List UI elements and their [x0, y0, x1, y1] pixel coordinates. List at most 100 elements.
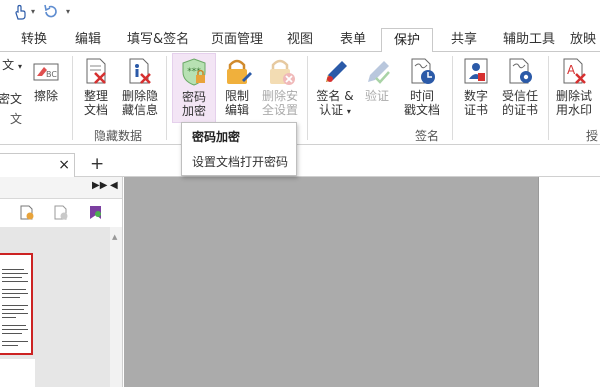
sign-certify-line2: 认证: [319, 103, 344, 117]
timestamp-document-icon: [407, 56, 437, 86]
group-divider: [166, 56, 167, 140]
organize-document-line2: 文档: [83, 103, 108, 117]
sign-certify-line1: 签名 &: [316, 89, 354, 103]
insert-page-icon[interactable]: [20, 205, 34, 220]
remove-hidden-info-button[interactable]: 删除隐 藏信息: [119, 56, 161, 117]
ribbon-left-group-cut: 文: [9, 112, 22, 126]
tab-form[interactable]: 表单: [340, 28, 366, 52]
password-encrypt-tooltip: 密码加密 设置文档打开密码: [181, 122, 297, 176]
restrict-editing-line2: 编辑: [224, 103, 249, 117]
remove-trial-watermark-line2: 用水印: [555, 103, 592, 117]
remove-hidden-info-line1: 删除隐: [121, 89, 158, 103]
new-tab-icon[interactable]: +: [90, 154, 104, 174]
tab-share[interactable]: 共享: [451, 28, 477, 52]
organize-document-button[interactable]: 整理 文档: [78, 56, 114, 117]
ribbon-protect: 文 ▾ 密文 文 BC 擦除 整理 文档 删除隐 藏信息 隐藏数据 *** 密码…: [0, 52, 600, 145]
remove-security-line2: 全设置: [261, 103, 298, 117]
organize-document-icon: [81, 56, 111, 86]
thumbnail-area: [0, 227, 110, 387]
remove-hidden-info-icon: [125, 56, 155, 86]
remove-security-line1: 删除安: [261, 89, 298, 103]
group-divider: [307, 56, 308, 140]
remove-security-button[interactable]: 删除安 全设置: [259, 56, 301, 117]
ribbon-left-text-2: 密文: [0, 92, 22, 106]
sign-pen-icon: [320, 56, 350, 86]
delete-page-icon[interactable]: [54, 205, 68, 220]
document-page[interactable]: [538, 177, 600, 387]
panel-toolbar: [0, 199, 122, 227]
tab-accessibility[interactable]: 辅助工具: [503, 28, 555, 52]
password-encrypt-button[interactable]: *** 密码 加密: [172, 53, 216, 123]
restrict-editing-line1: 限制: [224, 89, 249, 103]
remove-hidden-info-line2: 藏信息: [121, 103, 158, 117]
dropdown-arrow-icon[interactable]: ▾: [31, 7, 35, 16]
expand-panel-icon[interactable]: ▶▶: [92, 180, 107, 191]
erase-label: 擦除: [33, 89, 58, 103]
next-page-thumbnail[interactable]: [0, 359, 35, 387]
license-group-label: 授: [586, 129, 599, 143]
ribbon-left-text-1: 文: [2, 58, 15, 72]
panel-header: ▶▶ ◀: [0, 177, 122, 199]
hand-tool-icon[interactable]: [14, 4, 28, 24]
group-divider: [548, 56, 549, 140]
timestamp-document-line1: 时间: [409, 89, 434, 103]
close-tab-icon[interactable]: ×: [58, 157, 70, 173]
quick-access-toolbar: ▾ ▾: [0, 0, 600, 28]
remove-watermark-icon: A: [559, 56, 589, 86]
scroll-up-icon[interactable]: ▲: [112, 233, 117, 241]
tab-convert[interactable]: 转换: [21, 28, 47, 52]
password-encrypt-line1: 密码: [181, 90, 206, 104]
svg-text:BC: BC: [46, 70, 57, 79]
organize-document-line1: 整理: [83, 89, 108, 103]
customize-icon[interactable]: ▾: [66, 7, 70, 16]
tab-view[interactable]: 视图: [287, 28, 313, 52]
erase-icon: BC: [31, 56, 61, 86]
restrict-editing-button[interactable]: 限制 编辑: [219, 56, 255, 117]
digital-certificate-icon: [461, 56, 491, 86]
sign-group-label: 签名: [415, 129, 440, 143]
tab-page-manage[interactable]: 页面管理: [211, 28, 263, 52]
verify-label: 验证: [364, 89, 389, 103]
tab-fill-sign[interactable]: 填写&签名: [127, 28, 189, 52]
digital-certificate-line2: 证书: [463, 103, 488, 117]
trusted-certificates-line1: 受信任: [501, 89, 538, 103]
tooltip-description: 设置文档打开密码: [192, 155, 289, 169]
verify-pen-icon: [362, 56, 392, 86]
document-tab-strip: × +: [0, 145, 600, 177]
page-thumbnail[interactable]: [0, 253, 33, 355]
trusted-certificates-button[interactable]: 受信任 的证书: [497, 56, 543, 117]
group-divider: [452, 56, 453, 140]
panel-scrollbar[interactable]: ▲: [110, 227, 122, 387]
document-workspace[interactable]: [124, 177, 538, 387]
remove-trial-watermark-button[interactable]: A 删除试 用水印: [553, 56, 595, 117]
page-properties-icon[interactable]: [89, 205, 103, 220]
password-encrypt-line2: 加密: [181, 104, 206, 118]
erase-button[interactable]: BC 擦除: [30, 56, 62, 103]
restrict-editing-lock-icon: [222, 56, 252, 86]
tab-slideshow[interactable]: 放映: [570, 28, 596, 52]
sign-certify-button[interactable]: 签名 & 认证 ▾: [314, 56, 356, 119]
tab-protect[interactable]: 保护: [381, 28, 434, 53]
tab-edit[interactable]: 编辑: [75, 28, 101, 52]
verify-button[interactable]: 验证: [361, 56, 393, 103]
tooltip-title: 密码加密: [192, 130, 241, 144]
ribbon-tab-row: 转换 编辑 填写&签名 页面管理 视图 表单 保护 共享 辅助工具 放映: [0, 28, 600, 53]
trusted-certificates-icon: [505, 56, 535, 86]
page-thumbnails-panel: ▶▶ ◀ ▲: [0, 177, 123, 387]
remove-security-lock-icon: [265, 56, 295, 86]
password-shield-icon: ***: [179, 57, 209, 87]
collapse-panel-icon[interactable]: ◀: [110, 180, 118, 191]
sign-dropdown-arrow-icon: ▾: [346, 107, 351, 116]
hidden-data-group-label: 隐藏数据: [94, 129, 143, 143]
document-tab[interactable]: ×: [0, 153, 75, 177]
svg-text:A: A: [567, 63, 576, 77]
digital-certificate-line1: 数字: [463, 89, 488, 103]
digital-certificate-button[interactable]: 数字 证书: [459, 56, 493, 117]
timestamp-document-line2: 戳文档: [403, 103, 440, 117]
group-divider: [72, 56, 73, 140]
redact-button[interactable]: 文 ▾ 密文 文: [0, 56, 22, 126]
remove-trial-watermark-line1: 删除试: [555, 89, 592, 103]
undo-icon[interactable]: [43, 4, 59, 22]
timestamp-document-button[interactable]: 时间 戳文档: [401, 56, 443, 117]
trusted-certificates-line2: 的证书: [501, 103, 538, 117]
